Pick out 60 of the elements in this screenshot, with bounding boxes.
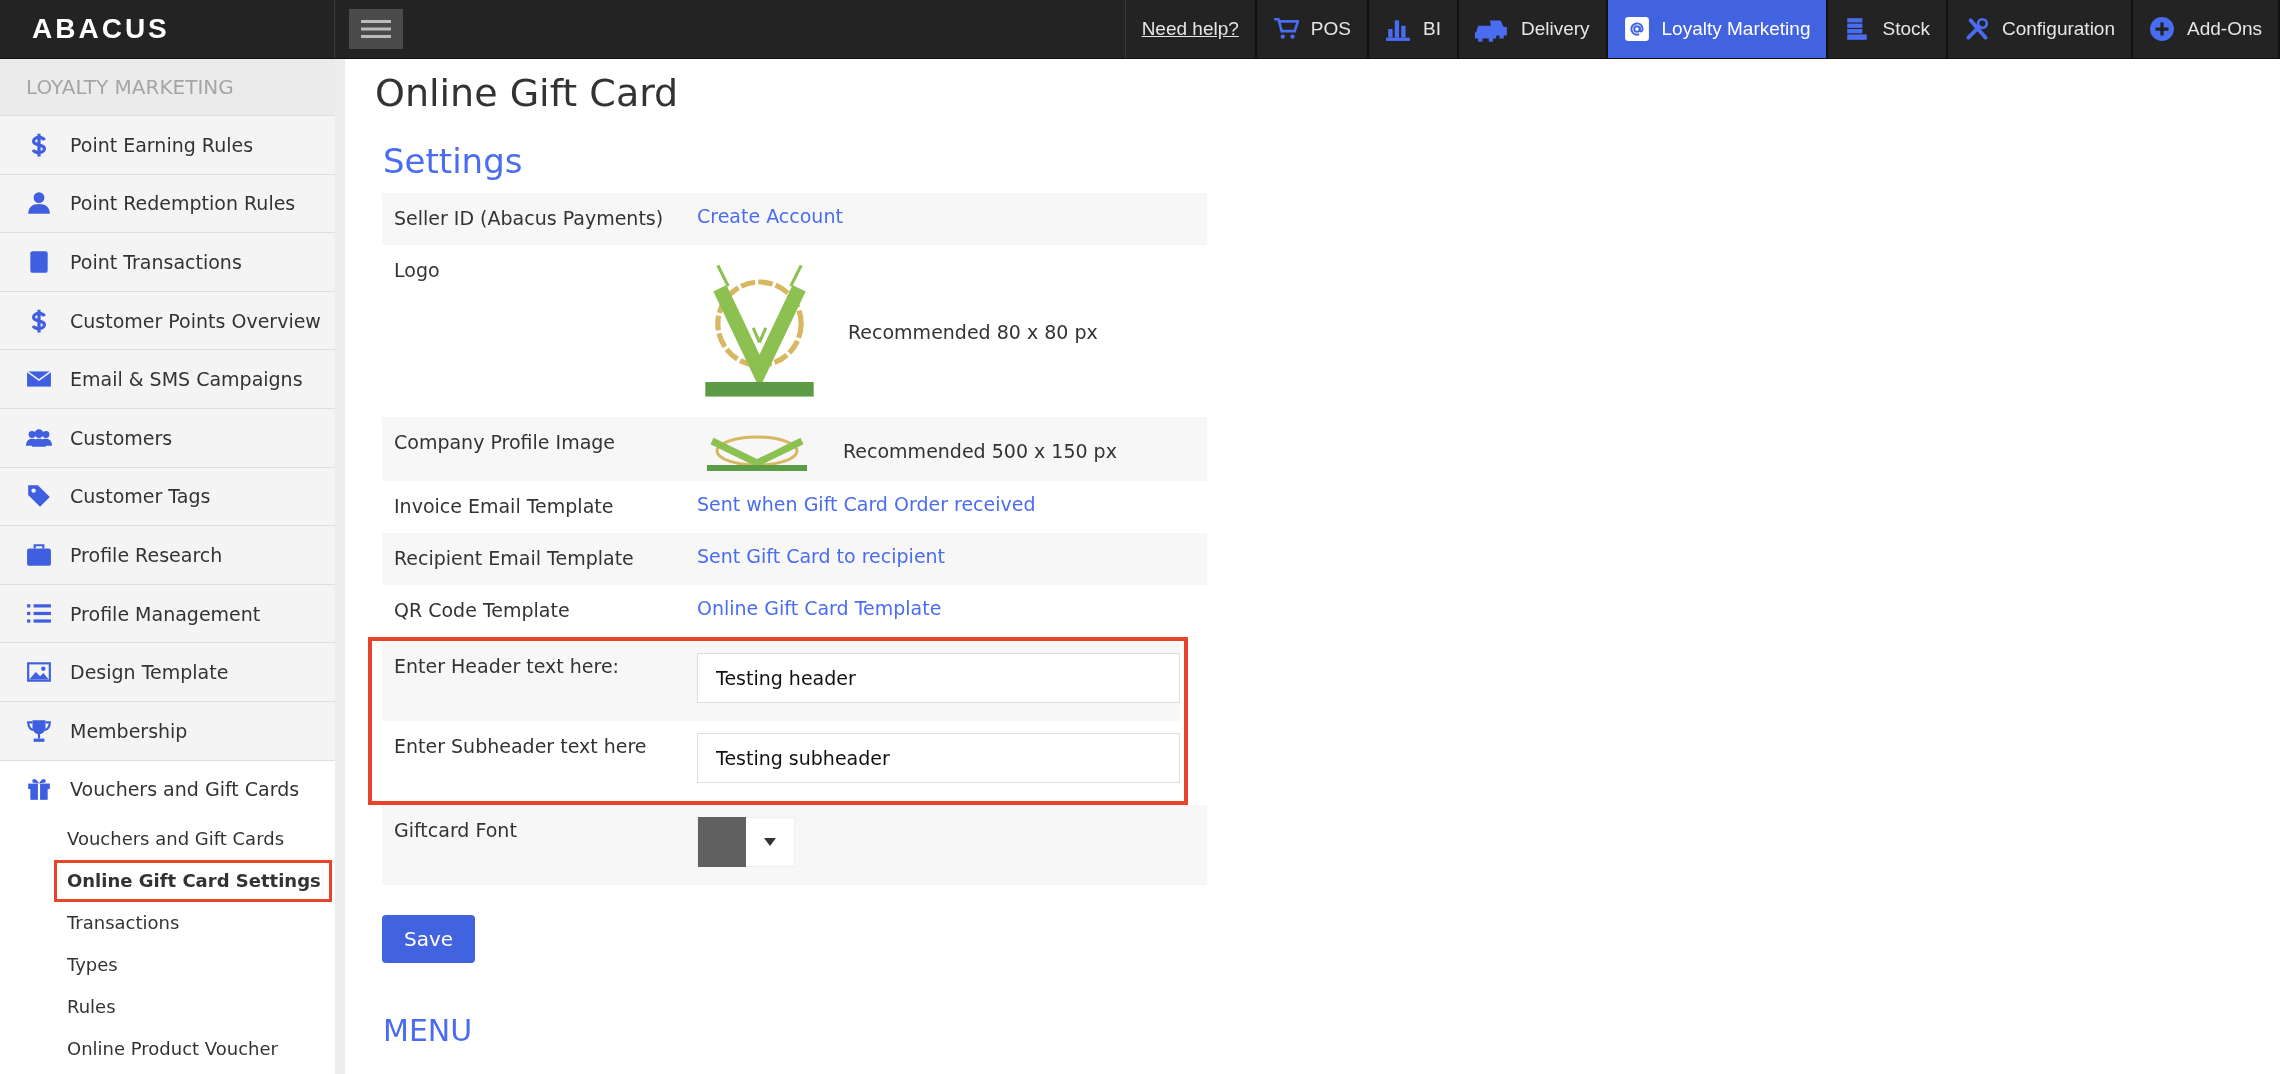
- sidebar-item[interactable]: Profile Management: [0, 583, 335, 643]
- size-hint: Recommended 500 x 150 px: [843, 440, 1117, 462]
- text-input[interactable]: Testing header: [697, 653, 1180, 703]
- section-heading: MENU: [383, 1013, 474, 1048]
- section-heading: Settings: [383, 141, 524, 181]
- nav-tab[interactable]: Loyalty Marketing: [1607, 0, 1829, 58]
- page-title: Online Gift Card: [375, 71, 680, 115]
- sidebar-item[interactable]: Point Transactions: [0, 232, 335, 291]
- sidebar-subitem[interactable]: Vouchers and Gift Cards: [54, 818, 296, 861]
- sidebar-item[interactable]: Profile Research: [0, 525, 335, 584]
- sidebar-item[interactable]: Customer Tags: [0, 466, 335, 526]
- gift-icon: [26, 776, 52, 803]
- setting-link[interactable]: Sent when Gift Card Order received: [697, 493, 1036, 515]
- sidebar-subitem[interactable]: Transactions: [54, 902, 191, 945]
- nav-tab[interactable]: Configuration: [1948, 0, 2133, 58]
- sidebar-subitem[interactable]: Online Product Voucher: [54, 1028, 289, 1071]
- help-link[interactable]: Need help?: [1125, 0, 1257, 58]
- setting-label: Invoice Email Template: [393, 494, 615, 519]
- sidebar-subitem[interactable]: Online Gift Card Settings: [54, 860, 332, 903]
- sidebar-item[interactable]: Point Earning Rules: [0, 115, 335, 174]
- nav-tab[interactable]: POS: [1256, 0, 1369, 58]
- setting-link[interactable]: Sent Gift Card to recipient: [697, 545, 946, 567]
- sidebar-heading: LOYALTY MARKETING: [0, 59, 335, 115]
- color-picker[interactable]: [697, 817, 795, 867]
- sidebar-subitem[interactable]: Rules: [54, 986, 127, 1029]
- nav-tab[interactable]: Add-Ons: [2133, 0, 2280, 58]
- setting-label: Logo: [393, 258, 441, 283]
- sidebar-item[interactable]: Design Template: [0, 642, 335, 701]
- menu-icon: [360, 19, 392, 39]
- setting-link[interactable]: Create Account: [697, 205, 843, 227]
- sidebar-item[interactable]: Customer Points Overview: [0, 290, 335, 350]
- save-button[interactable]: Save: [382, 915, 476, 963]
- briefcase-icon: [26, 541, 52, 568]
- sidebar-item[interactable]: Membership: [0, 700, 335, 760]
- sidebar-item[interactable]: Customers: [0, 407, 335, 467]
- setting-label: Enter Subheader text here: [393, 734, 648, 759]
- setting-label: Recipient Email Template: [393, 546, 635, 571]
- person-icon: [26, 190, 52, 217]
- setting-label: Seller ID (Abacus Payments): [393, 206, 665, 231]
- plus-circle-icon: [2149, 16, 2175, 42]
- setting-label: Enter Header text here:: [393, 654, 620, 679]
- nav-tab[interactable]: BI: [1368, 0, 1459, 58]
- caret-icon: [764, 838, 776, 846]
- trophy-icon: [26, 717, 52, 744]
- menu-button[interactable]: [349, 9, 403, 49]
- text-input[interactable]: Testing subheader: [697, 733, 1180, 783]
- setting-link[interactable]: Online Gift Card Template: [697, 597, 942, 619]
- setting-label: QR Code Template: [393, 598, 571, 623]
- setting-label: Giftcard Font: [393, 818, 518, 843]
- at-sign-icon: [1623, 16, 1650, 42]
- cart-icon: [1272, 16, 1299, 42]
- size-hint: Recommended 80 x 80 px: [848, 321, 1098, 343]
- tools-icon: [1964, 16, 1990, 42]
- setting-label: Company Profile Image: [393, 430, 617, 455]
- sidebar-item[interactable]: Email & SMS Campaigns: [0, 349, 335, 408]
- nav-tab[interactable]: Delivery: [1458, 0, 1608, 58]
- sidebar-item[interactable]: Point Redemption Rules: [0, 173, 335, 233]
- nav-tab[interactable]: Stock: [1828, 0, 1948, 58]
- sidebar-subitem[interactable]: Types: [54, 944, 129, 987]
- brand-logo: ABACUS: [32, 13, 170, 45]
